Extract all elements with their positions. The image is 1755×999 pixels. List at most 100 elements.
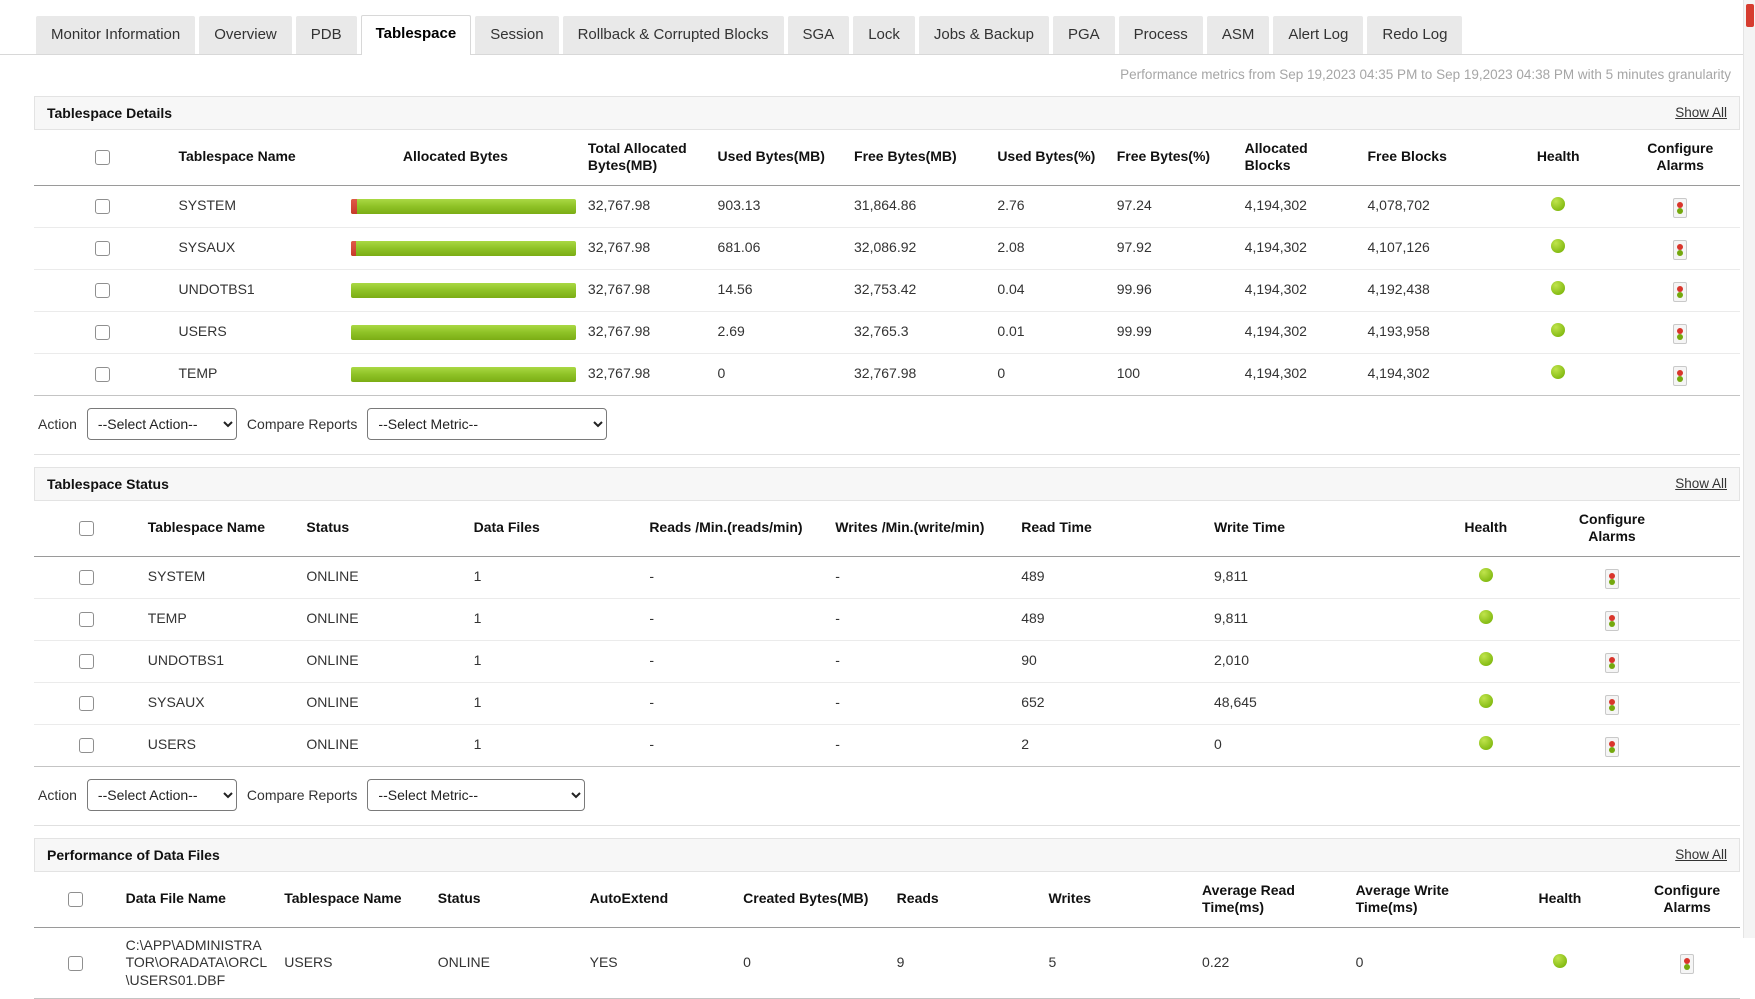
free-pct: 97.24 (1109, 185, 1237, 227)
col-tablespace-name: Tablespace Name (170, 130, 330, 186)
tab[interactable]: Alert Log (1273, 16, 1363, 54)
col-status: Status (430, 872, 582, 928)
row-checkbox[interactable] (79, 612, 94, 627)
health-status-icon (1479, 736, 1493, 750)
row-checkbox[interactable] (95, 199, 110, 214)
status: ONLINE (298, 682, 465, 724)
table-actions: Action --Select Action-- Compare Reports… (34, 767, 1740, 826)
action-select[interactable]: --Select Action-- (87, 408, 237, 440)
section-header: Tablespace Details Show All (34, 96, 1740, 130)
section-title: Performance of Data Files (47, 847, 220, 863)
configure-alarms-icon[interactable] (1673, 240, 1687, 260)
compare-metric-select[interactable]: --Select Metric-- (367, 779, 585, 811)
tablespace-name: USERS (140, 724, 299, 766)
used-mb: 0 (710, 353, 846, 395)
configure-alarms-icon[interactable] (1673, 324, 1687, 344)
allocated-bytes-bar-cell (331, 185, 580, 227)
read-time: 489 (1013, 556, 1206, 598)
configure-alarms-icon[interactable] (1605, 737, 1619, 757)
compare-reports-label: Compare Reports (247, 416, 358, 432)
reads-per-min: - (641, 598, 827, 640)
configure-alarms-icon[interactable] (1673, 282, 1687, 302)
configure-alarms-icon[interactable] (1680, 954, 1694, 974)
tab[interactable]: PGA (1053, 16, 1115, 54)
compare-metric-select[interactable]: --Select Metric-- (367, 408, 607, 440)
used-pct: 2.76 (989, 185, 1108, 227)
col-free-mb: Free Bytes(MB) (846, 130, 989, 186)
tab[interactable]: Tablespace (361, 15, 472, 55)
tab[interactable]: SGA (788, 16, 850, 54)
configure-alarms-icon[interactable] (1605, 569, 1619, 589)
row-checkbox[interactable] (79, 570, 94, 585)
row-checkbox[interactable] (95, 367, 110, 382)
tablespace-name: UNDOTBS1 (140, 640, 299, 682)
row-checkbox[interactable] (79, 738, 94, 753)
allocated-bytes-bar-cell (331, 227, 580, 269)
table-row: SYSAUX ONLINE 1 - - 652 48,645 (34, 682, 1740, 724)
tab-bar: Monitor Information Overview PDB Tablesp… (0, 0, 1755, 55)
select-all-checkbox[interactable] (68, 892, 83, 907)
tab[interactable]: Jobs & Backup (919, 16, 1049, 54)
table-row: UNDOTBS1 32,767.98 14.56 32,753.42 0.04 … (34, 269, 1740, 311)
tab[interactable]: Process (1119, 16, 1203, 54)
configure-alarms-icon[interactable] (1605, 611, 1619, 631)
free-pct: 99.99 (1109, 311, 1237, 353)
tab[interactable]: PDB (296, 16, 357, 54)
tab[interactable]: Session (475, 16, 558, 54)
usage-bar (351, 283, 576, 298)
health-status-icon (1479, 568, 1493, 582)
row-checkbox[interactable] (95, 241, 110, 256)
tab[interactable]: Monitor Information (36, 16, 195, 54)
writes-per-min: - (827, 640, 1013, 682)
section-header: Performance of Data Files Show All (34, 838, 1740, 872)
col-status: Status (298, 501, 465, 557)
row-checkbox[interactable] (95, 283, 110, 298)
configure-alarms-icon[interactable] (1673, 198, 1687, 218)
health-status-icon (1551, 281, 1565, 295)
show-all-link[interactable]: Show All (1675, 476, 1727, 491)
compare-reports-label: Compare Reports (247, 787, 358, 803)
show-all-link[interactable]: Show All (1675, 847, 1727, 862)
used-pct: 2.08 (989, 227, 1108, 269)
row-checkbox[interactable] (68, 956, 83, 971)
usage-bar (351, 325, 576, 340)
configure-alarms-icon[interactable] (1673, 366, 1687, 386)
row-checkbox[interactable] (95, 325, 110, 340)
col-reads-min: Reads /Min.(reads/min) (641, 501, 827, 557)
usage-bar (351, 241, 576, 256)
tab[interactable]: Rollback & Corrupted Blocks (563, 16, 784, 54)
select-all-checkbox[interactable] (95, 150, 110, 165)
writes-per-min: - (827, 598, 1013, 640)
read-time: 2 (1013, 724, 1206, 766)
show-all-link[interactable]: Show All (1675, 105, 1727, 120)
tablespace-name: SYSAUX (170, 227, 330, 269)
usage-bar (351, 199, 576, 214)
read-time: 90 (1013, 640, 1206, 682)
action-select[interactable]: --Select Action-- (87, 779, 237, 811)
select-all-checkbox[interactable] (79, 521, 94, 536)
section-title: Tablespace Details (47, 105, 172, 121)
table-row: USERS ONLINE 1 - - 2 0 (34, 724, 1740, 766)
col-avg-read-time: Average Read Time(ms) (1194, 872, 1348, 928)
col-reads: Reads (889, 872, 1041, 928)
health-status-icon (1553, 954, 1567, 968)
performance-metrics-note: Performance metrics from Sep 19,2023 04:… (0, 55, 1755, 84)
action-label: Action (38, 416, 77, 432)
allocated-blocks: 4,194,302 (1237, 353, 1360, 395)
health-status-icon (1551, 197, 1565, 211)
usage-bar (351, 367, 576, 382)
tab[interactable]: Lock (853, 16, 915, 54)
tab[interactable]: ASM (1207, 16, 1270, 54)
row-checkbox[interactable] (79, 696, 94, 711)
tab[interactable]: Overview (199, 16, 292, 54)
vertical-scrollbar[interactable] (1743, 0, 1755, 938)
scrollbar-thumb[interactable] (1746, 4, 1754, 27)
row-checkbox[interactable] (79, 654, 94, 669)
configure-alarms-icon[interactable] (1605, 653, 1619, 673)
used-pct: 0.01 (989, 311, 1108, 353)
section-tablespace-status: Tablespace Status Show All Tablespace Na… (34, 467, 1740, 826)
table-header-row: Tablespace Name Allocated Bytes Total Al… (34, 130, 1740, 186)
configure-alarms-icon[interactable] (1605, 695, 1619, 715)
col-allocated-bytes: Allocated Bytes (331, 130, 580, 186)
tab[interactable]: Redo Log (1367, 16, 1462, 54)
